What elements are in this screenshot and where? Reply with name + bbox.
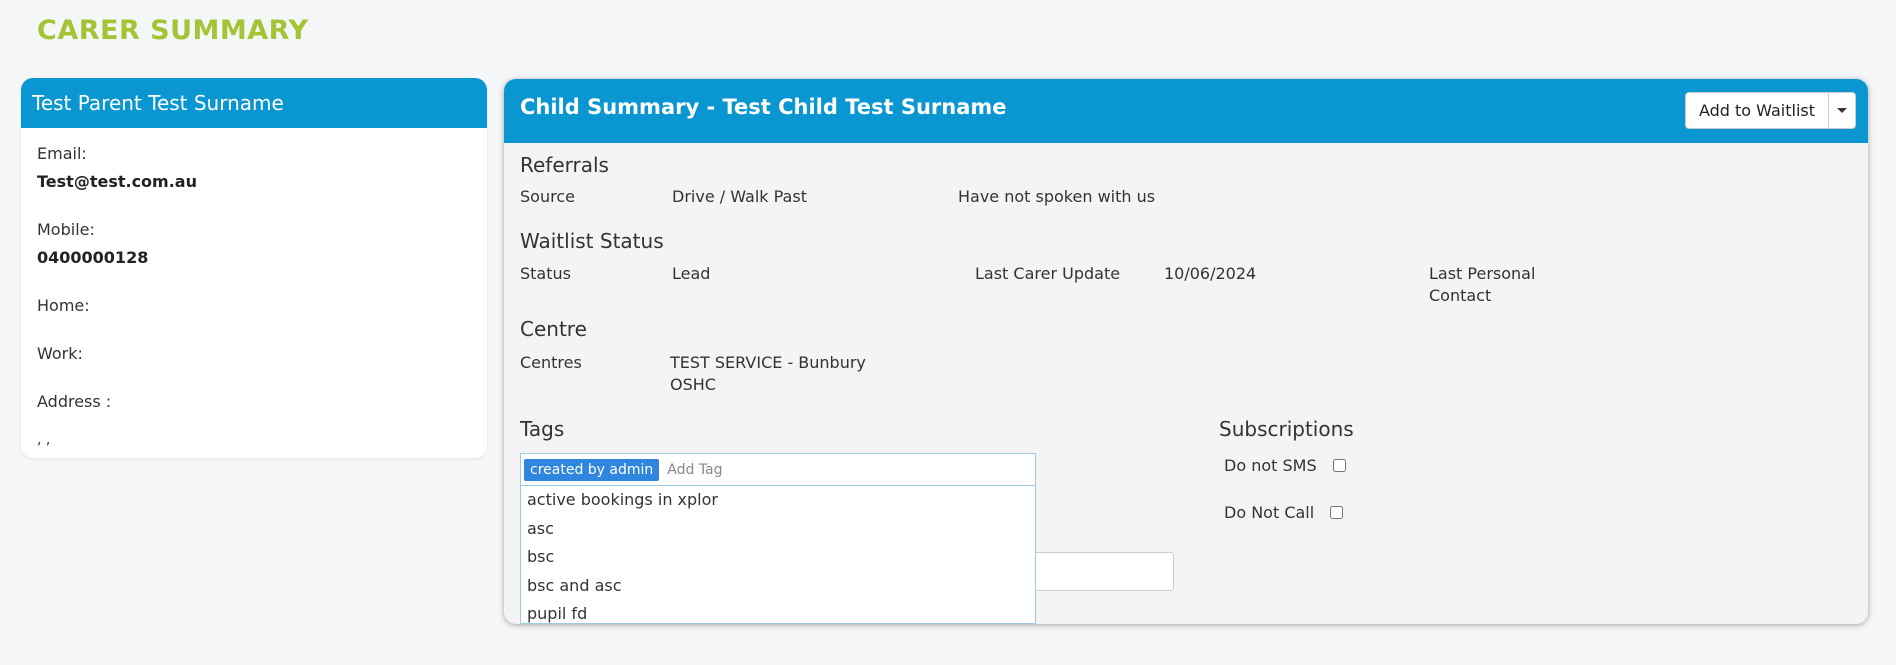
tag-option[interactable]: bsc [521,543,1035,572]
tag-option[interactable]: pupil fd [521,600,1035,623]
tag-options-dropdown: active bookings in xplor asc bsc bsc and… [520,486,1036,624]
status-label: Status [520,264,571,283]
home-label: Home: [37,296,90,315]
centres-label: Centres [520,353,582,372]
carer-name: Test Parent Test Surname [32,91,284,115]
tag-input-box[interactable]: created by admin [520,453,1036,486]
do-not-call-label: Do Not Call [1224,503,1315,522]
centre-title: Centre [520,317,587,341]
do-not-call-checkbox[interactable] [1330,506,1344,519]
email-value: Test@test.com.au [37,172,197,191]
selected-tag-chip[interactable]: created by admin [524,458,660,481]
background-input[interactable] [1034,552,1174,591]
subscriptions-title: Subscriptions [1219,417,1354,441]
caret-down-icon [1837,108,1847,113]
child-summary-card: Child Summary - Test Child Test Surname … [504,79,1868,624]
tag-option[interactable]: bsc and asc [521,572,1035,601]
address-value: , , [37,432,51,448]
add-tag-input[interactable] [667,461,968,478]
add-to-waitlist-button[interactable]: Add to Waitlist [1684,92,1829,129]
do-not-sms-checkbox[interactable] [1332,459,1346,472]
source-value: Drive / Walk Past [672,187,807,206]
source-label: Source [520,187,575,206]
child-header: Child Summary - Test Child Test Surname … [504,79,1868,143]
mobile-value: 0400000128 [37,248,149,267]
email-label: Email: [37,144,87,163]
centres-value: TEST SERVICE - Bunbury OSHC [670,353,866,394]
tags-title: Tags [520,417,565,441]
address-label: Address : [37,392,112,411]
status-value: Lead [672,264,711,283]
carer-update-label: Last Carer Update [975,264,1121,283]
waitlist-status-title: Waitlist Status [520,229,664,253]
do-not-sms-label: Do not SMS [1224,456,1317,475]
referrals-title: Referrals [520,153,609,177]
page-title: CARER SUMMARY [37,15,309,46]
waitlist-dropdown-toggle[interactable] [1829,92,1856,129]
carer-card: Test Parent Test Surname Email: Test@tes… [21,78,487,458]
tag-option[interactable]: asc [521,515,1035,544]
personal-contact-label: Last Personal Contact [1429,264,1536,305]
tag-option[interactable]: active bookings in xplor [521,486,1035,515]
child-title: Child Summary - Test Child Test Surname [520,95,1007,119]
do-not-sms-row: Do not SMS [1224,456,1346,475]
waitlist-button-group: Add to Waitlist [1684,92,1856,129]
referral-note: Have not spoken with us [958,187,1156,206]
mobile-label: Mobile: [37,220,95,239]
work-label: Work: [37,344,83,363]
carer-update-value: 10/06/2024 [1164,264,1257,283]
carer-details: Email: Test@test.com.au Mobile: 04000001… [21,128,487,448]
carer-header: Test Parent Test Surname [21,78,487,128]
do-not-call-row: Do Not Call [1224,503,1344,522]
